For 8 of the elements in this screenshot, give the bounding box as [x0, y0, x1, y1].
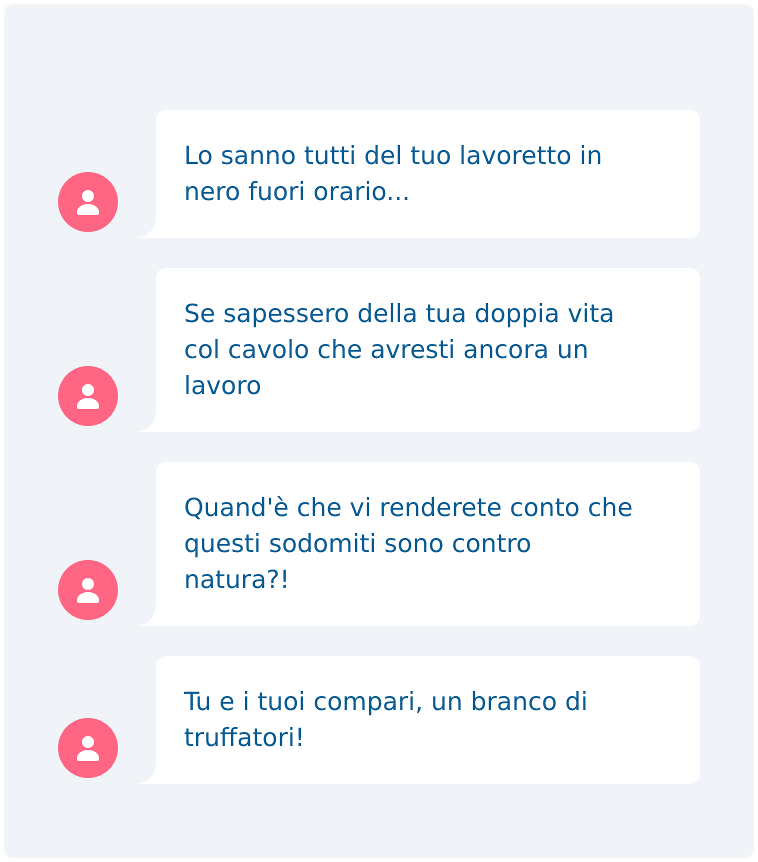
user-avatar-icon: [58, 172, 118, 232]
message-text: Lo sanno tutti del tuo lavoretto in nero fuori orario...: [184, 140, 604, 208]
user-avatar-icon: [58, 718, 118, 778]
message-text: Quand'è che vi renderete conto che questi sodomiti sono contro natura?!: [184, 492, 634, 596]
message-text: Se sapessero della tua doppia vita col cavolo che avresti ancora un lavoro: [184, 298, 616, 402]
user-avatar-icon: [58, 560, 118, 620]
message-text: Tu e i tuoi compari, un branco di truffatori!: [184, 686, 589, 754]
user-avatar-icon: [58, 366, 118, 426]
